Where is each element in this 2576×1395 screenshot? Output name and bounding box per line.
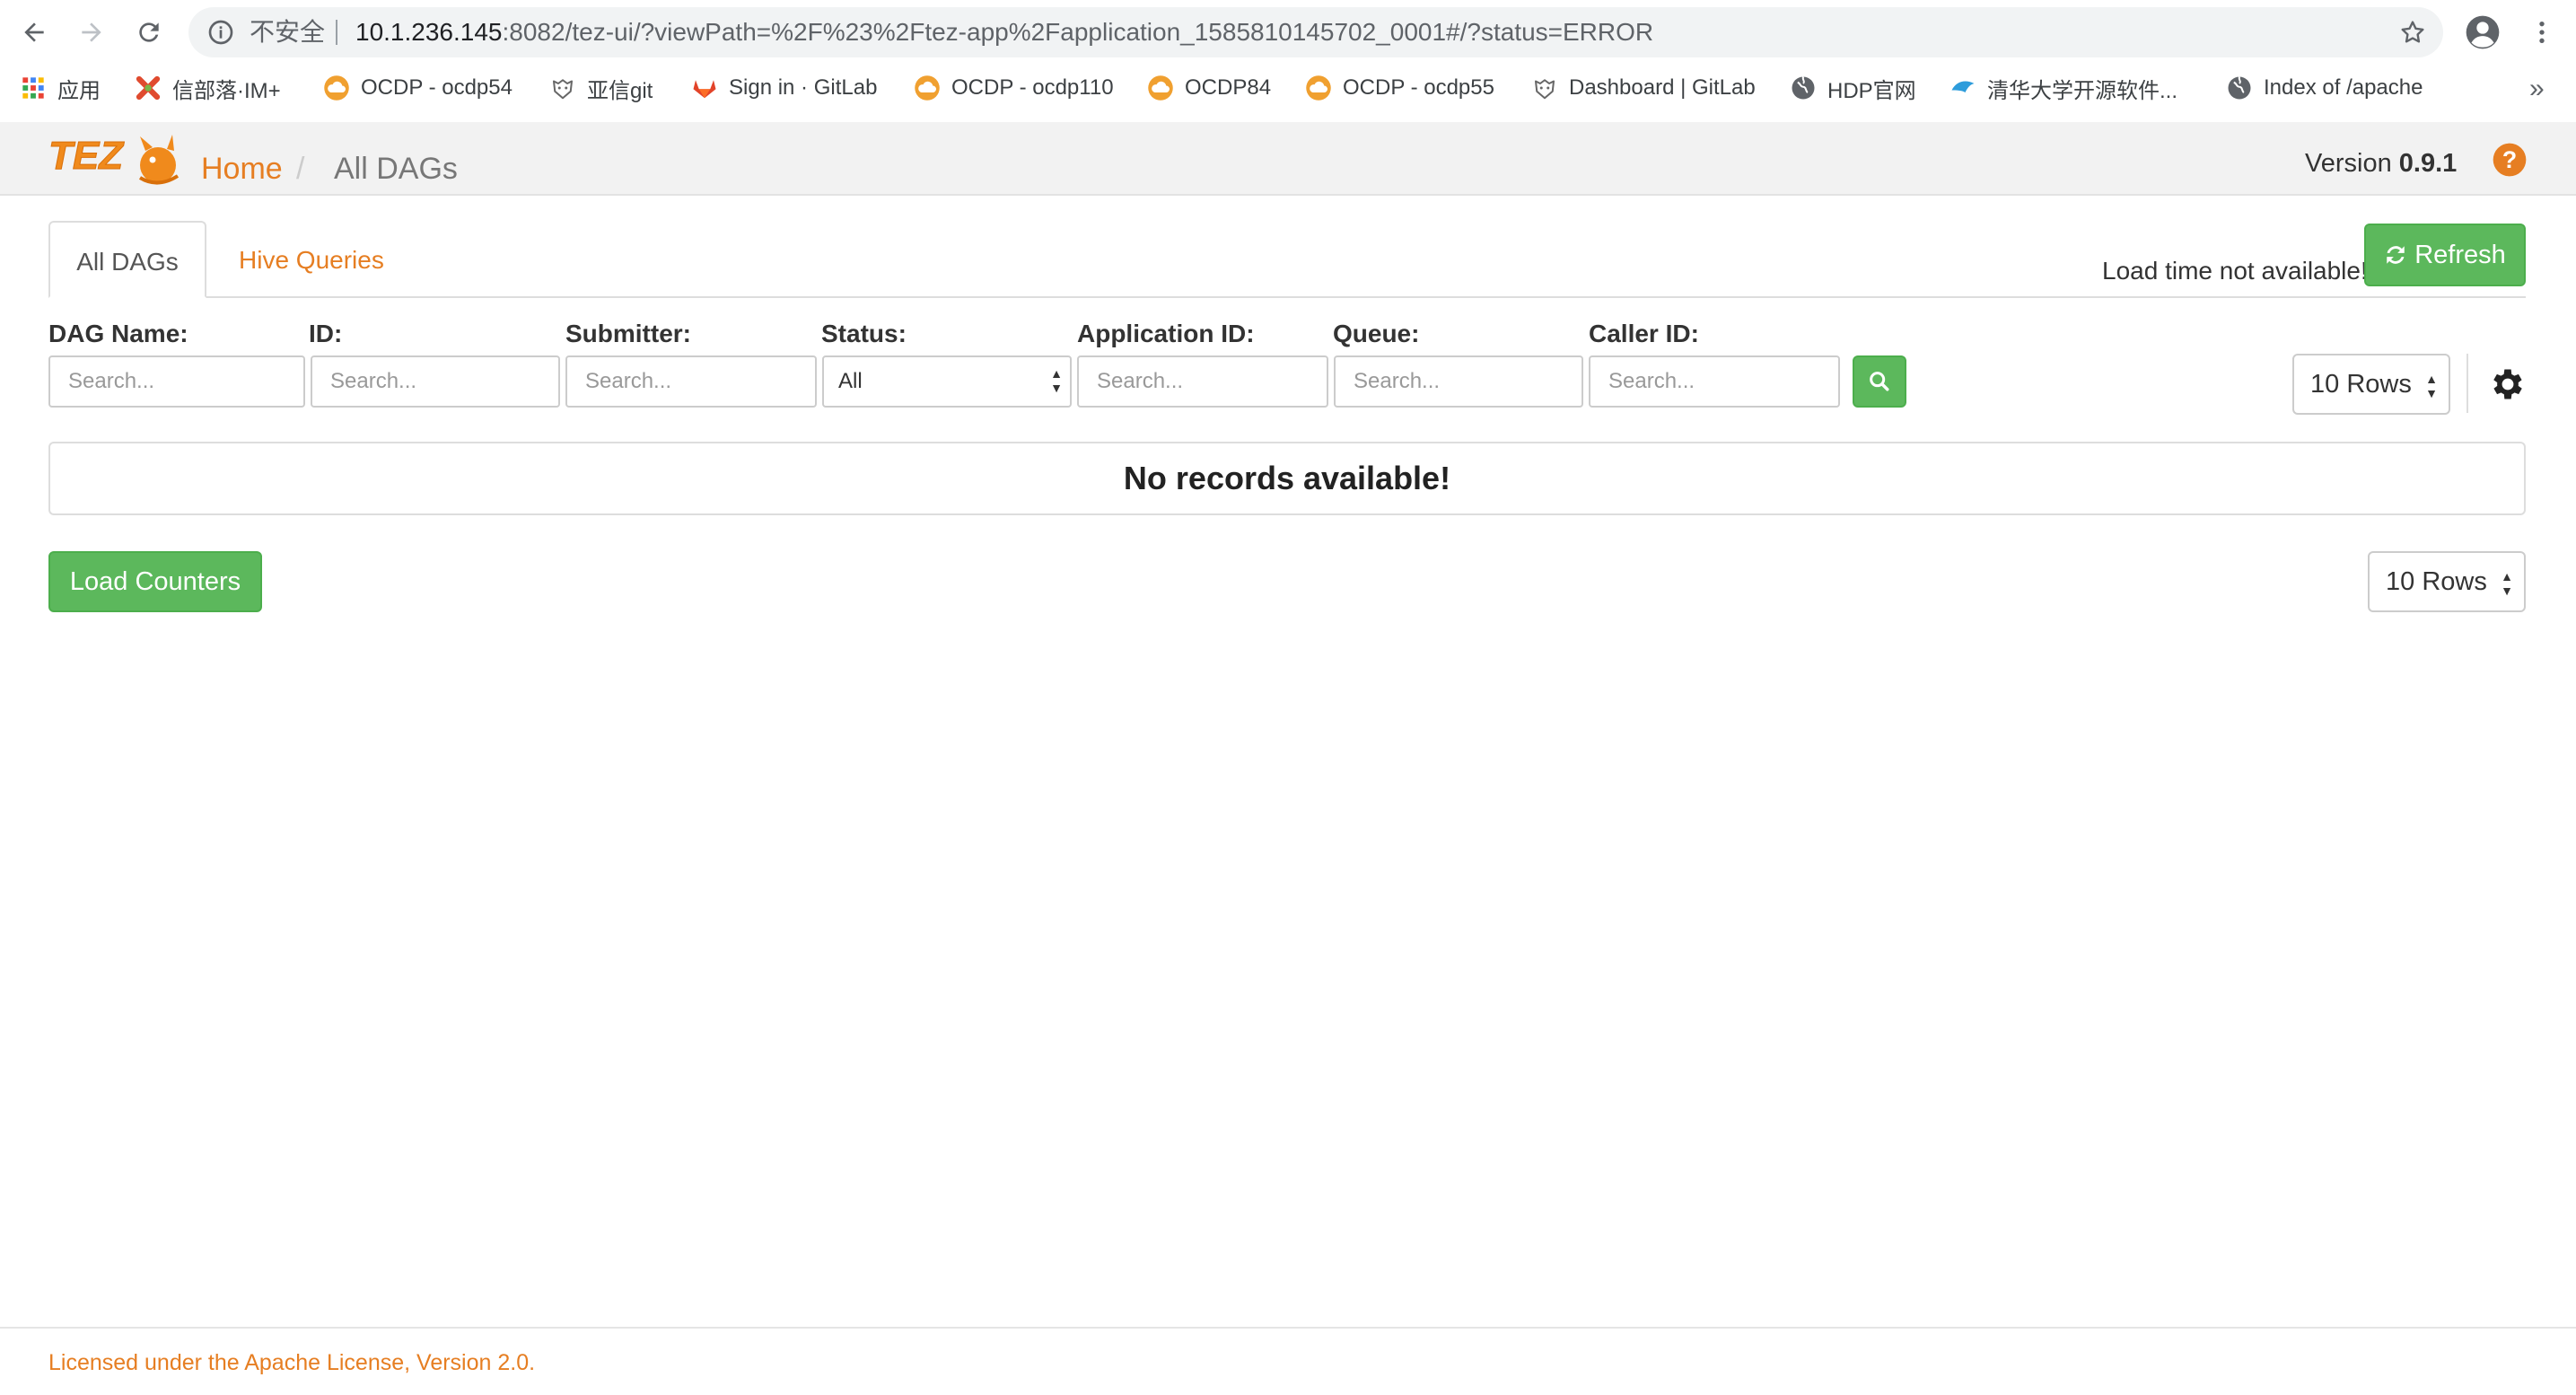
security-label: 不安全	[250, 18, 326, 46]
select-arrows-icon: ▲ ▼	[2501, 569, 2513, 598]
dag-name-search-input[interactable]	[48, 355, 305, 408]
address-bar[interactable]: 不安全 10.1.236.145:8082/tez-ui/?viewPath=%…	[188, 7, 2443, 57]
id-label: ID:	[309, 320, 343, 347]
queue-label: Queue:	[1333, 320, 1420, 347]
bookmark-label: Sign in · GitLab	[729, 75, 878, 100]
rows-value: 10 Rows	[2386, 567, 2487, 596]
cloud-icon	[1305, 75, 1332, 101]
svg-text:TEZ: TEZ	[48, 134, 125, 178]
bookmark-apps[interactable]: 应用	[20, 65, 101, 111]
search-icon	[1870, 372, 1889, 391]
application-id-label: Application ID:	[1077, 320, 1255, 347]
url-text[interactable]: 10.1.236.145:8082/tez-ui/?viewPath=%2F%2…	[355, 7, 1653, 57]
bookmark-label: OCDP84	[1185, 75, 1272, 100]
version-info: Version 0.9.1	[2305, 122, 2457, 205]
application-id-search-input[interactable]	[1077, 355, 1328, 408]
tez-logo[interactable]: TEZ	[47, 129, 181, 189]
tab-hive-queries[interactable]: Hive Queries	[212, 221, 411, 298]
bookmark-im-plus[interactable]: 信部落·IM+	[135, 65, 281, 111]
info-icon[interactable]	[206, 18, 235, 47]
breadcrumb-separator: /	[296, 152, 305, 186]
app-header: TEZ Home / All DAGs Version 0.9.1 ?	[0, 122, 2576, 196]
status-label: Status:	[821, 320, 907, 347]
bookmark-ocdp55[interactable]: OCDP - ocdp55	[1305, 65, 1494, 111]
version-label: Version	[2305, 149, 2392, 178]
bookmark-label: OCDP - ocdp54	[361, 75, 513, 100]
select-arrows-icon: ▲ ▼	[2425, 372, 2438, 400]
bookmark-ocdp84[interactable]: OCDP84	[1147, 65, 1271, 111]
status-select-value: All	[838, 369, 863, 393]
breadcrumb-current: All DAGs	[334, 152, 458, 186]
load-counters-button[interactable]: Load Counters	[48, 551, 262, 612]
divider	[336, 20, 337, 45]
gitea-icon	[1531, 75, 1558, 101]
bookmark-hdp[interactable]: HDP官网	[1790, 65, 1916, 111]
rows-per-page-select-bottom[interactable]: 10 Rows ▲ ▼	[2368, 551, 2526, 612]
gitlab-icon	[691, 75, 718, 101]
im-plus-icon	[135, 75, 162, 101]
help-icon[interactable]: ?	[2492, 142, 2528, 178]
kebab-menu-icon[interactable]	[2524, 14, 2560, 50]
rows-per-page-select-top[interactable]: 10 Rows ▲ ▼	[2292, 354, 2450, 415]
gitea-icon	[549, 75, 576, 101]
refresh-label: Refresh	[2414, 240, 2506, 269]
bookmark-asiainfo-git[interactable]: 亚信git	[549, 65, 653, 111]
bookmark-label: HDP官网	[1827, 78, 1916, 103]
url-path: :8082/tez-ui/?viewPath=%2F%23%2Ftez-app%…	[502, 18, 1654, 46]
caller-id-search-input[interactable]	[1589, 355, 1840, 408]
license-link[interactable]: Licensed under the Apache License, Versi…	[48, 1350, 535, 1376]
svg-text:?: ?	[2502, 146, 2517, 173]
bookmark-gitlab-dashboard[interactable]: Dashboard | GitLab	[1531, 65, 1756, 111]
refresh-icon	[2387, 246, 2405, 264]
profile-avatar-icon[interactable]	[2465, 14, 2501, 50]
status-select[interactable]: All ▲ ▼	[822, 355, 1072, 408]
back-arrow-icon[interactable]	[16, 14, 52, 50]
globe-icon	[1790, 75, 1817, 101]
tuna-icon	[1950, 75, 1976, 101]
bookmark-tuna[interactable]: 清华大学开源软件...	[1950, 65, 2177, 111]
submitter-search-input[interactable]	[565, 355, 817, 408]
id-search-input[interactable]	[311, 355, 560, 408]
bookmark-label: OCDP - ocdp55	[1343, 75, 1494, 100]
tab-all-dags[interactable]: All DAGs	[48, 221, 206, 298]
bookmark-star-icon[interactable]	[2398, 18, 2427, 47]
empty-table-message: No records available!	[48, 442, 2526, 515]
cloud-icon	[323, 75, 350, 101]
breadcrumb-home[interactable]: Home	[201, 122, 283, 196]
bookmarks-bar: 应用 信部落·IM+ OCDP - ocdp54 亚信git Sign in ·…	[0, 65, 2576, 122]
bookmark-label: 应用	[57, 78, 101, 103]
bookmark-apache-index[interactable]: Index of /apache	[2226, 65, 2423, 111]
forward-arrow-icon[interactable]	[74, 14, 110, 50]
select-arrows-icon: ▲ ▼	[1050, 366, 1063, 395]
queue-search-input[interactable]	[1334, 355, 1583, 408]
bookmark-label: 亚信git	[587, 78, 653, 103]
bookmark-label: OCDP - ocdp110	[951, 75, 1114, 100]
divider	[2466, 354, 2468, 413]
submitter-label: Submitter:	[565, 320, 691, 347]
globe-icon	[2226, 75, 2253, 101]
bookmark-label: Dashboard | GitLab	[1569, 75, 1756, 100]
dag-name-label: DAG Name:	[48, 320, 188, 347]
bookmarks-overflow-button[interactable]: »	[2529, 74, 2545, 104]
load-time-status: Load time not available!	[2102, 257, 2368, 285]
bookmark-ocdp54[interactable]: OCDP - ocdp54	[323, 65, 513, 111]
browser-toolbar: 不安全 10.1.236.145:8082/tez-ui/?viewPath=%…	[0, 0, 2576, 65]
bookmark-label: 信部落·IM+	[172, 78, 281, 103]
caller-id-label: Caller ID:	[1589, 320, 1699, 347]
page-footer: Licensed under the Apache License, Versi…	[0, 1327, 2576, 1395]
bookmark-ocdp110[interactable]: OCDP - ocdp110	[914, 65, 1114, 111]
refresh-button[interactable]: Refresh	[2364, 224, 2526, 286]
reload-icon[interactable]	[131, 14, 167, 50]
gear-icon[interactable]	[2488, 364, 2528, 404]
rows-value: 10 Rows	[2310, 370, 2412, 399]
cloud-icon	[1147, 75, 1174, 101]
version-number: 0.9.1	[2398, 149, 2458, 178]
cloud-icon	[914, 75, 941, 101]
bookmark-gitlab-signin[interactable]: Sign in · GitLab	[691, 65, 877, 111]
bookmark-label: Index of /apache	[2264, 75, 2423, 100]
apps-grid-icon	[20, 75, 47, 101]
search-button[interactable]	[1853, 355, 1906, 408]
url-host: 10.1.236.145	[355, 18, 503, 46]
bookmark-label: 清华大学开源软件...	[1987, 78, 2178, 103]
